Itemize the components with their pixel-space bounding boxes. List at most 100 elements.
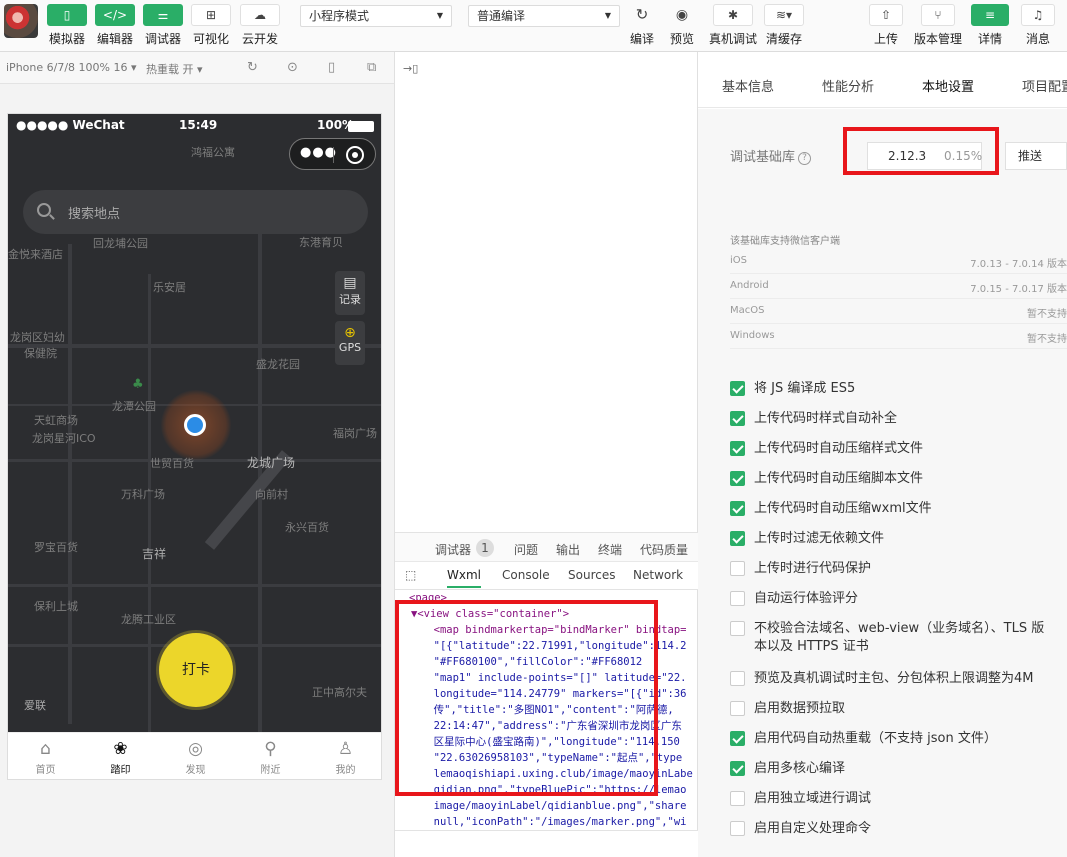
help-icon[interactable]: ? xyxy=(798,152,812,165)
debugger-button[interactable]: ⚌ 调试器 xyxy=(141,4,185,47)
status-time: 15:49 xyxy=(179,118,218,132)
visual-button[interactable]: ⊞ 可视化 xyxy=(189,4,233,47)
clear-cache-button[interactable]: ≋▾ 清缓存 xyxy=(762,4,806,47)
checkbox[interactable] xyxy=(730,561,745,576)
rotate-icon[interactable]: ↻ xyxy=(247,60,258,75)
punch-button[interactable]: 打卡 xyxy=(159,633,233,707)
checkbox[interactable] xyxy=(730,381,745,396)
compile-mode-select[interactable]: 普通编译 ▼ xyxy=(468,5,620,27)
hotreload-select[interactable]: 热重载 开 ▾ xyxy=(146,61,203,77)
mode-select[interactable]: 小程序模式 ▼ xyxy=(300,5,452,27)
checkbox[interactable] xyxy=(730,671,745,686)
compass-icon: ◎ xyxy=(188,739,203,759)
search-bar[interactable]: 搜索地点 xyxy=(23,190,368,234)
inspect-icon[interactable]: ⬚ xyxy=(405,568,416,582)
tab-network[interactable]: Network xyxy=(633,568,683,582)
tab-output[interactable]: 输出 xyxy=(556,541,580,558)
checkbox[interactable] xyxy=(730,411,745,426)
close-circle-icon[interactable] xyxy=(346,146,364,164)
simulator-button[interactable]: ▯ 模拟器 xyxy=(45,4,89,47)
version-management-button[interactable]: ⑂ 版本管理 xyxy=(912,4,964,47)
simulator-bar: iPhone 6/7/8 100% 16 ▾ 热重载 开 ▾ ↻ ⊙ ▯ ⧉ xyxy=(0,52,395,84)
map-label: 龙潭公园 xyxy=(112,400,156,413)
realdevice-debug-button[interactable]: ✱ 真机调试 xyxy=(706,4,760,47)
tab-terminal[interactable]: 终端 xyxy=(598,541,622,558)
details-button[interactable]: ≡ 详情 xyxy=(970,4,1010,47)
checkbox[interactable] xyxy=(730,531,745,546)
client-support-header: 该基础库支持微信客户端 xyxy=(730,236,840,247)
upload-button[interactable]: ⇧ 上传 xyxy=(868,4,904,47)
checkbox[interactable] xyxy=(730,591,745,606)
code-line[interactable]: image/maoyinLabel/qidianblue.png","share xyxy=(421,798,687,814)
checkbox[interactable] xyxy=(730,731,745,746)
tab-performance[interactable]: 性能分析 xyxy=(822,76,874,95)
stop-icon[interactable]: ⊙ xyxy=(287,60,298,75)
checkbox[interactable] xyxy=(730,621,745,636)
devtools-window: ▯ 模拟器 </> 编辑器 ⚌ 调试器 ⊞ 可视化 ☁ 云开发 小程序模式 ▼ … xyxy=(0,0,1067,857)
branch-icon: ⑂ xyxy=(934,8,942,22)
tab-nearby[interactable]: ⚲ 附近 xyxy=(233,733,308,776)
phone-frame-icon[interactable]: ▯ xyxy=(328,60,335,75)
code-line[interactable]: null,"iconPath":"/images/marker.png","wi xyxy=(421,814,687,830)
expand-panel-icon[interactable]: →▯ xyxy=(403,62,418,75)
checkbox[interactable] xyxy=(730,471,745,486)
popout-icon[interactable]: ⧉ xyxy=(367,60,376,75)
compile-button[interactable]: ↻ 编译 xyxy=(622,4,662,47)
highlight-box xyxy=(843,127,999,175)
client-row-macos: MacOS 暂不支持 xyxy=(730,305,1067,320)
tab-issues[interactable]: 问题 xyxy=(514,541,538,558)
status-signal: ●●●●● WeChat xyxy=(16,118,125,132)
tab-local-settings[interactable]: 本地设置 xyxy=(922,76,975,111)
client-row-windows: Windows 暂不支持 xyxy=(730,330,1067,345)
paw-icon: ❀ xyxy=(113,739,128,759)
tab-wxml[interactable]: Wxml xyxy=(447,568,481,588)
tab-debugger[interactable]: 调试器 xyxy=(435,541,471,558)
map-label: 龙腾工业区 xyxy=(121,613,176,626)
battery-icon xyxy=(348,121,374,132)
main-toolbar: ▯ 模拟器 </> 编辑器 ⚌ 调试器 ⊞ 可视化 ☁ 云开发 小程序模式 ▼ … xyxy=(0,0,1067,52)
map-label: 鸿福公寓 xyxy=(191,146,235,159)
checkbox[interactable] xyxy=(730,791,745,806)
editor-button[interactable]: </> 编辑器 xyxy=(93,4,137,47)
location-pin-icon: ⚲ xyxy=(264,739,277,759)
map-label: 金悦来酒店 xyxy=(8,248,63,261)
highlight-box xyxy=(395,600,658,796)
checkbox[interactable] xyxy=(730,701,745,716)
bell-icon: ♫ xyxy=(1032,8,1044,22)
cloud-button[interactable]: ☁ 云开发 xyxy=(237,4,283,47)
tab-basic-info[interactable]: 基本信息 xyxy=(722,76,774,95)
tab-home[interactable]: ⌂ 首页 xyxy=(8,733,83,776)
device-select[interactable]: iPhone 6/7/8 100% 16 ▾ xyxy=(6,61,137,74)
caret-down-icon: ▼ xyxy=(604,11,611,20)
capsule-divider xyxy=(333,147,334,163)
preview-button[interactable]: ◉ 预览 xyxy=(662,4,702,47)
upload-icon: ⇧ xyxy=(880,8,892,22)
more-icon[interactable]: ●●● xyxy=(300,145,337,160)
checkbox[interactable] xyxy=(730,821,745,836)
user-avatar[interactable] xyxy=(4,4,38,38)
local-settings-body: 调试基础库? 2.12.3 0.15% 推送 该基础库支持微信客户端 iOS 7… xyxy=(698,109,1067,857)
map-label: 龙城广场 xyxy=(247,456,296,470)
tab-footprint[interactable]: ❀ 踏印 xyxy=(83,733,158,776)
record-button[interactable]: ▤ 记录 xyxy=(335,271,365,315)
gps-button[interactable]: ⊕ GPS xyxy=(335,321,365,365)
tab-mine[interactable]: ♙ 我的 xyxy=(308,733,381,776)
search-icon xyxy=(37,203,51,217)
tab-console[interactable]: Console xyxy=(502,568,550,582)
map-label: 罗宝百货 xyxy=(34,541,78,554)
checkbox[interactable] xyxy=(730,761,745,776)
search-placeholder: 搜索地点 xyxy=(68,207,121,222)
menu-capsule[interactable]: ●●● xyxy=(289,138,376,170)
tab-discover[interactable]: ◎ 发现 xyxy=(158,733,233,776)
tab-code-quality[interactable]: 代码质量 xyxy=(640,541,688,558)
tab-sources[interactable]: Sources xyxy=(568,568,615,582)
lib-version-label: 调试基础库? xyxy=(730,146,812,165)
push-button[interactable]: 推送 xyxy=(1005,142,1067,170)
checkbox[interactable] xyxy=(730,441,745,456)
map-label: 盛龙花园 xyxy=(256,358,300,371)
checkbox[interactable] xyxy=(730,501,745,516)
map-label: 回龙埔公园 xyxy=(93,237,148,250)
tab-project-config[interactable]: 项目配置 xyxy=(1022,76,1067,95)
map-label: 福岗广场 xyxy=(333,427,377,440)
messages-button[interactable]: ♫ 消息 xyxy=(1020,4,1056,47)
